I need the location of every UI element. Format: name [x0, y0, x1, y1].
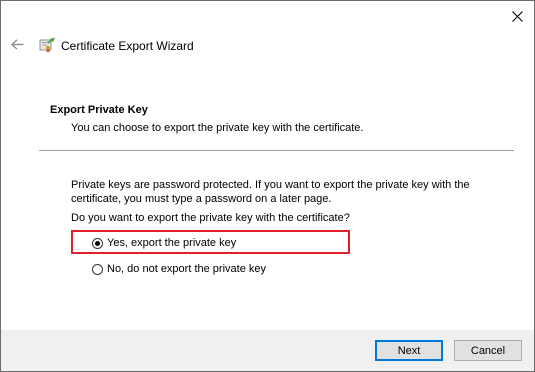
back-button[interactable] — [9, 36, 25, 52]
certificate-wizard-icon — [39, 37, 55, 53]
cancel-button[interactable]: Cancel — [454, 340, 522, 361]
button-bar: Next Cancel — [1, 330, 534, 371]
radio-button-yes[interactable] — [92, 237, 103, 249]
wizard-window: Certificate Export Wizard Export Private… — [0, 0, 535, 372]
wizard-title: Certificate Export Wizard — [61, 39, 194, 53]
back-arrow-icon — [10, 38, 23, 50]
radio-option-no[interactable]: No, do not export the private key — [92, 263, 266, 275]
divider — [39, 150, 514, 151]
explanation-text: Private keys are password protected. If … — [71, 179, 470, 205]
section-heading: Export Private Key — [50, 104, 148, 116]
radio-option-yes[interactable]: Yes, export the private key — [92, 237, 236, 249]
next-button[interactable]: Next — [375, 340, 443, 361]
radio-label-no[interactable]: No, do not export the private key — [107, 263, 266, 275]
section-subheading: You can choose to export the private key… — [71, 122, 364, 134]
close-button[interactable] — [505, 5, 529, 27]
radio-button-no[interactable] — [92, 263, 103, 275]
question-text: Do you want to export the private key wi… — [71, 212, 350, 224]
close-icon — [511, 10, 523, 22]
radio-label-yes[interactable]: Yes, export the private key — [107, 237, 236, 249]
